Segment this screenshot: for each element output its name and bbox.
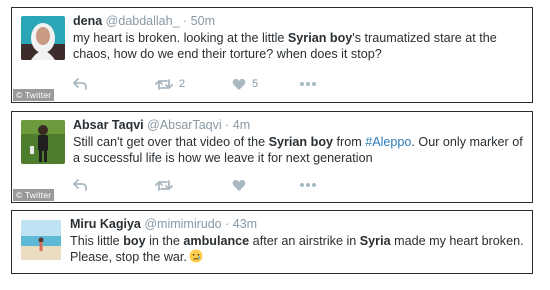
user-handle[interactable]: @mimimirudo	[144, 217, 221, 231]
display-name[interactable]: Miru Kagiya	[70, 217, 141, 231]
avatar[interactable]	[21, 220, 61, 260]
separator-dot: ·	[225, 118, 230, 132]
tweet-text: Still can't get over that video of the S…	[73, 134, 524, 166]
user-handle[interactable]: @AbsarTaqvi	[147, 118, 222, 132]
more-icon	[300, 183, 316, 187]
twitter-watermark: © Twitter	[13, 89, 55, 101]
text-segment: Still can't get over that video of the	[73, 135, 269, 149]
retweet-icon	[155, 179, 173, 191]
more-button[interactable]	[299, 76, 317, 92]
reply-button[interactable]	[73, 177, 87, 193]
highlighted-term: ambulance	[183, 234, 250, 248]
like-button[interactable]: 5	[232, 76, 258, 92]
like-icon	[232, 78, 246, 90]
twitter-watermark: © Twitter	[13, 189, 55, 201]
tweet-text: my heart is broken. looking at the littl…	[73, 30, 524, 62]
text-segment: This little	[70, 234, 124, 248]
tweet-card[interactable]: Absar Taqvi @AbsarTaqvi · 4m Still can't…	[11, 111, 533, 203]
display-name[interactable]: Absar Taqvi	[73, 118, 144, 132]
reply-button[interactable]	[73, 76, 87, 92]
retweet-button[interactable]: 2	[155, 76, 185, 92]
highlighted-term: Syria	[359, 234, 391, 248]
tweet-text: This little boy in the ambulance after a…	[70, 233, 524, 265]
user-handle[interactable]: @dabdallah_	[106, 14, 180, 28]
display-name[interactable]: dena	[73, 14, 102, 28]
hashtag-link[interactable]: #Aleppo	[365, 135, 411, 149]
tweet-header: Miru Kagiya @mimimirudo · 43m	[70, 217, 524, 232]
timestamp[interactable]: 50m	[191, 14, 215, 28]
crying-face-emoji	[189, 249, 203, 263]
tweet-header: dena @dabdallah_ · 50m	[73, 14, 524, 29]
retweet-count: 2	[179, 78, 186, 90]
retweet-button[interactable]	[155, 177, 173, 193]
separator-dot: ·	[225, 217, 230, 231]
timestamp[interactable]: 4m	[233, 118, 250, 132]
reply-icon	[73, 179, 87, 191]
text-segment: after an airstrike in	[249, 234, 360, 248]
reply-icon	[73, 78, 87, 90]
highlighted-term: boy	[123, 234, 146, 248]
like-count: 5	[252, 78, 259, 90]
tweet-card[interactable]: dena @dabdallah_ · 50m my heart is broke…	[11, 7, 533, 103]
tweet-card[interactable]: Miru Kagiya @mimimirudo · 43m This littl…	[11, 210, 533, 274]
more-button[interactable]	[299, 177, 317, 193]
like-icon	[232, 179, 246, 191]
timestamp[interactable]: 43m	[233, 217, 257, 231]
tweet-header: Absar Taqvi @AbsarTaqvi · 4m	[73, 118, 524, 133]
text-segment: from	[333, 135, 366, 149]
more-icon	[300, 82, 316, 86]
highlighted-term: Syrian boy	[268, 135, 334, 149]
text-segment: my heart is broken. looking at the littl…	[73, 31, 288, 45]
text-segment: in the	[145, 234, 184, 248]
separator-dot: ·	[183, 14, 188, 28]
avatar[interactable]	[21, 120, 65, 164]
retweet-icon	[155, 78, 173, 90]
avatar[interactable]	[21, 16, 65, 60]
highlighted-term: Syrian boy	[287, 31, 353, 45]
like-button[interactable]	[232, 177, 246, 193]
